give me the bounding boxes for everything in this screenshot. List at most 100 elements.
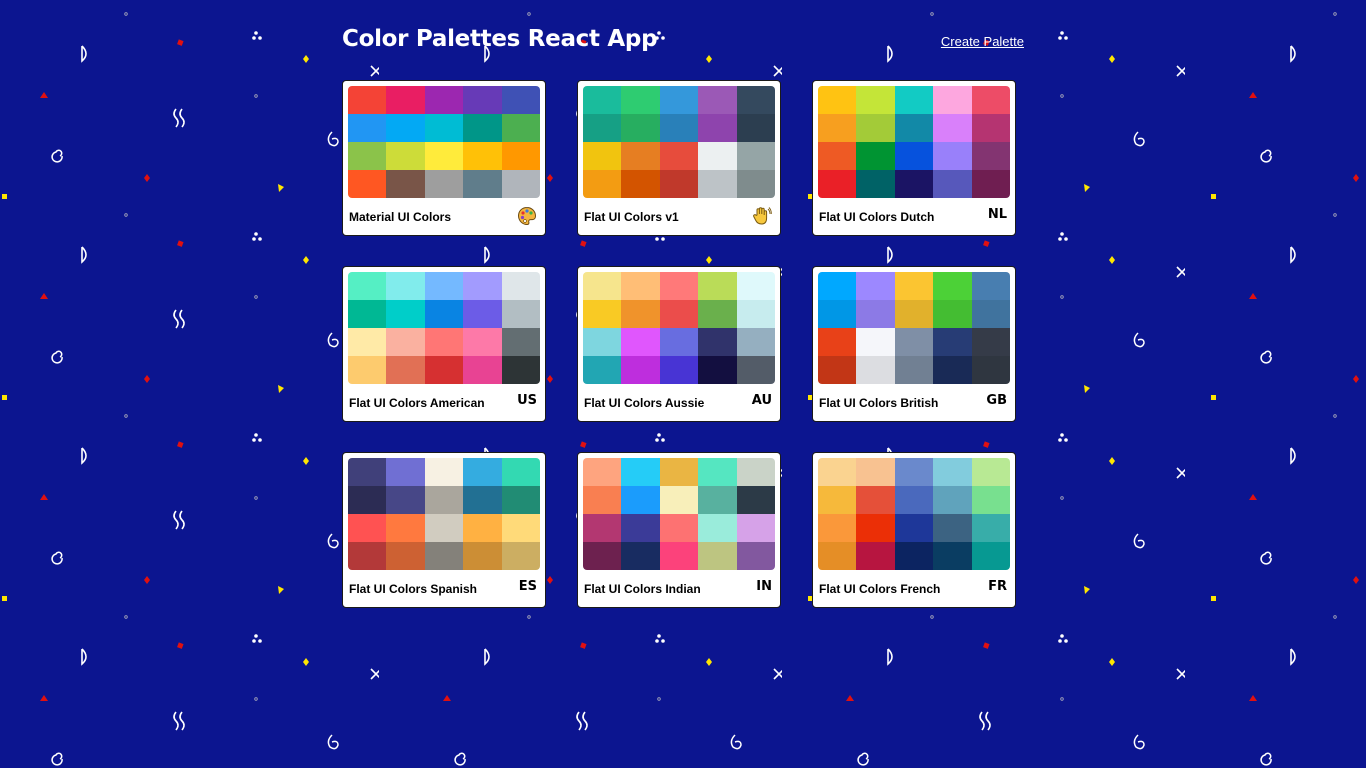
color-swatch bbox=[818, 486, 857, 514]
color-swatch bbox=[971, 356, 1010, 384]
palette-card-material-ui[interactable]: Material UI Colors bbox=[342, 80, 546, 236]
color-swatch bbox=[894, 300, 934, 328]
color-swatch bbox=[856, 114, 895, 142]
color-swatch bbox=[621, 114, 660, 142]
color-swatch bbox=[698, 328, 737, 356]
color-swatch bbox=[348, 356, 387, 384]
color-swatch bbox=[621, 272, 660, 300]
color-swatch bbox=[501, 514, 540, 542]
color-swatch bbox=[463, 114, 502, 142]
color-swatch bbox=[856, 458, 895, 486]
color-swatch bbox=[894, 542, 934, 570]
palette-card-flat-ui-british[interactable]: Flat UI Colors British GB bbox=[812, 266, 1016, 422]
palette-card-flat-ui-dutch[interactable]: Flat UI Colors Dutch NL bbox=[812, 80, 1016, 236]
color-swatch bbox=[736, 114, 775, 142]
country-code-badge: AU bbox=[751, 393, 772, 408]
color-swatch bbox=[894, 328, 934, 356]
color-swatch bbox=[698, 356, 737, 384]
color-swatch bbox=[424, 114, 464, 142]
palette-card-flat-ui-aussie[interactable]: Flat UI Colors Aussie AU bbox=[577, 266, 781, 422]
color-swatch bbox=[818, 356, 857, 384]
color-swatch bbox=[501, 542, 540, 570]
create-palette-link[interactable]: Create Palette bbox=[941, 34, 1024, 49]
color-swatch bbox=[736, 170, 775, 198]
color-swatch bbox=[463, 272, 502, 300]
color-swatch bbox=[894, 486, 934, 514]
color-swatch bbox=[894, 170, 934, 198]
color-swatch bbox=[501, 272, 540, 300]
color-swatch bbox=[856, 300, 895, 328]
color-swatch bbox=[348, 170, 387, 198]
color-swatch bbox=[583, 300, 622, 328]
color-swatch bbox=[386, 486, 425, 514]
color-swatch bbox=[736, 486, 775, 514]
palette-name: Flat UI Colors American bbox=[349, 396, 485, 410]
palette-name: Flat UI Colors v1 bbox=[584, 210, 679, 224]
color-swatch bbox=[659, 170, 699, 198]
color-swatch bbox=[386, 458, 425, 486]
country-code-badge: IN bbox=[756, 579, 772, 594]
color-swatch bbox=[659, 356, 699, 384]
color-swatch bbox=[933, 300, 972, 328]
palette-card-flat-ui-indian[interactable]: Flat UI Colors Indian IN bbox=[577, 452, 781, 608]
color-swatch bbox=[621, 486, 660, 514]
color-swatch bbox=[348, 542, 387, 570]
color-swatch bbox=[659, 486, 699, 514]
color-swatch bbox=[894, 514, 934, 542]
color-swatch bbox=[386, 542, 425, 570]
color-swatch bbox=[386, 272, 425, 300]
color-swatch bbox=[424, 486, 464, 514]
color-swatch bbox=[736, 86, 775, 114]
palette-card-flat-ui-spanish[interactable]: Flat UI Colors Spanish ES bbox=[342, 452, 546, 608]
color-swatch bbox=[659, 328, 699, 356]
color-swatch bbox=[698, 170, 737, 198]
color-swatch bbox=[818, 542, 857, 570]
color-swatch bbox=[583, 486, 622, 514]
palette-swatches bbox=[583, 272, 775, 384]
color-swatch bbox=[971, 272, 1010, 300]
color-swatch bbox=[971, 486, 1010, 514]
color-swatch bbox=[933, 114, 972, 142]
color-swatch bbox=[463, 328, 502, 356]
color-swatch bbox=[583, 86, 622, 114]
color-swatch bbox=[386, 300, 425, 328]
color-swatch bbox=[698, 300, 737, 328]
palette-name: Flat UI Colors French bbox=[819, 582, 941, 596]
color-swatch bbox=[856, 170, 895, 198]
color-swatch bbox=[698, 542, 737, 570]
color-swatch bbox=[501, 114, 540, 142]
palette-name: Material UI Colors bbox=[349, 210, 452, 224]
color-swatch bbox=[424, 542, 464, 570]
color-swatch bbox=[583, 272, 622, 300]
color-swatch bbox=[463, 300, 502, 328]
color-swatch bbox=[583, 514, 622, 542]
color-swatch bbox=[348, 486, 387, 514]
color-swatch bbox=[501, 486, 540, 514]
color-swatch bbox=[348, 328, 387, 356]
color-swatch bbox=[698, 486, 737, 514]
color-swatch bbox=[933, 356, 972, 384]
color-swatch bbox=[933, 486, 972, 514]
palette-card-flat-ui-v1[interactable]: Flat UI Colors v1 bbox=[577, 80, 781, 236]
color-swatch bbox=[463, 356, 502, 384]
color-swatch bbox=[463, 514, 502, 542]
country-code-badge: GB bbox=[986, 393, 1007, 408]
color-swatch bbox=[424, 458, 464, 486]
color-swatch bbox=[348, 514, 387, 542]
color-swatch bbox=[463, 486, 502, 514]
color-swatch bbox=[659, 142, 699, 170]
color-swatch bbox=[856, 486, 895, 514]
color-swatch bbox=[386, 328, 425, 356]
app-header: Color Palettes React App Create Palette bbox=[342, 26, 1026, 60]
palette-card-flat-ui-french[interactable]: Flat UI Colors French FR bbox=[812, 452, 1016, 608]
color-swatch bbox=[424, 300, 464, 328]
color-swatch bbox=[971, 458, 1010, 486]
color-swatch bbox=[933, 328, 972, 356]
color-swatch bbox=[424, 356, 464, 384]
palette-card-flat-ui-american[interactable]: Flat UI Colors American US bbox=[342, 266, 546, 422]
color-swatch bbox=[583, 114, 622, 142]
color-swatch bbox=[621, 458, 660, 486]
color-swatch bbox=[501, 170, 540, 198]
color-swatch bbox=[659, 542, 699, 570]
color-swatch bbox=[621, 356, 660, 384]
